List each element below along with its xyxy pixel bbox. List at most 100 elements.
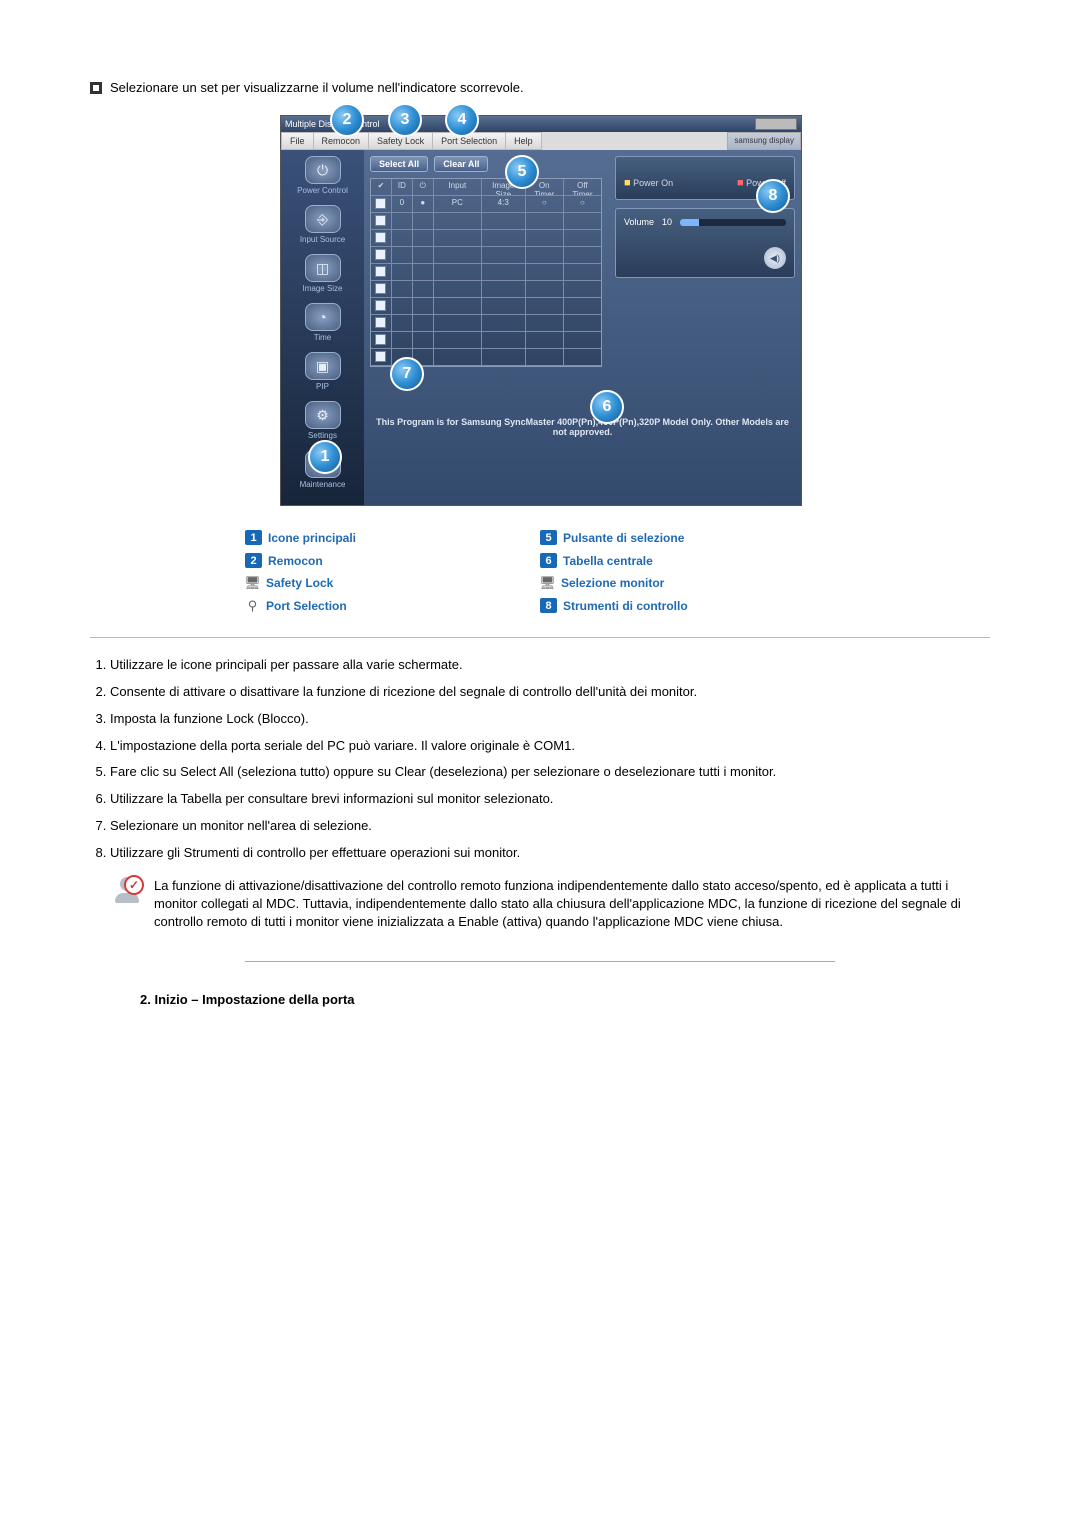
bullet-icon: [90, 82, 102, 94]
row-checkbox[interactable]: [375, 317, 386, 328]
table-row[interactable]: [371, 281, 601, 298]
list-item: Fare clic su Select All (seleziona tutto…: [110, 763, 990, 782]
legend-table: 1 Icone principali 5 Pulsante di selezio…: [245, 526, 835, 617]
list-item: Selezionare un monitor nell'area di sele…: [110, 817, 990, 836]
row-checkbox[interactable]: [375, 249, 386, 260]
intro-line: Selezionare un set per visualizzarne il …: [90, 80, 990, 95]
sidebar-label: Image Size: [285, 284, 360, 293]
sidebar-item-power-control[interactable]: ⏻ Power Control: [285, 156, 360, 195]
window-controls[interactable]: [755, 118, 797, 130]
cell-image-size: 4:3: [482, 196, 526, 213]
row-checkbox[interactable]: [375, 300, 386, 311]
callout-3: 3: [388, 103, 422, 137]
table-row[interactable]: [371, 247, 601, 264]
list-item: Utilizzare la Tabella per consultare bre…: [110, 790, 990, 809]
legend-item: Safety Lock: [266, 576, 333, 590]
row-checkbox[interactable]: [375, 215, 386, 226]
table-row[interactable]: [371, 230, 601, 247]
list-item: Imposta la funzione Lock (Blocco).: [110, 710, 990, 729]
menu-help[interactable]: Help: [506, 132, 542, 150]
monitor-icon: 🖥: [245, 577, 260, 590]
pip-icon: ▣: [305, 352, 341, 380]
cell-id: 0: [392, 196, 413, 213]
sidebar-item-image-size[interactable]: ◫ Image Size: [285, 254, 360, 293]
monitor-icon: 🖥: [540, 577, 555, 590]
legend-badge-8: 8: [540, 598, 557, 613]
cell-power: ●: [413, 196, 434, 213]
sidebar-item-time[interactable]: ◔ Time: [285, 303, 360, 342]
sidebar-label: Time: [285, 333, 360, 342]
callout-8: 8: [756, 179, 790, 213]
row-checkbox[interactable]: [375, 198, 386, 209]
menu-file[interactable]: File: [281, 132, 314, 150]
row-checkbox[interactable]: [375, 283, 386, 294]
row-checkbox[interactable]: [375, 232, 386, 243]
time-icon: ◔: [305, 303, 341, 331]
port-icon: ⚲: [245, 599, 260, 612]
table-row[interactable]: 0 ● PC 4:3 ○ ○: [371, 196, 601, 213]
row-checkbox[interactable]: [375, 351, 386, 362]
sidebar-label: Maintenance: [285, 480, 360, 489]
legend-item: Strumenti di controllo: [563, 599, 688, 613]
col-input: Input: [434, 179, 482, 196]
clear-all-button[interactable]: Clear All: [434, 156, 488, 172]
legend-badge-5: 5: [540, 530, 557, 545]
col-check: ✔: [371, 179, 392, 196]
table-row[interactable]: [371, 213, 601, 230]
image-size-icon: ◫: [305, 254, 341, 282]
info-person-icon: ✓: [112, 877, 142, 911]
sidebar-item-input-source[interactable]: ⎆ Input Source: [285, 205, 360, 244]
callout-2: 2: [330, 103, 364, 137]
compatibility-note: This Program is for Samsung SyncMaster 4…: [370, 417, 795, 437]
intro-text: Selezionare un set per visualizzarne il …: [110, 80, 524, 95]
volume-slider[interactable]: [680, 219, 786, 226]
callout-5: 5: [505, 155, 539, 189]
row-checkbox[interactable]: [375, 334, 386, 345]
sidebar-item-settings[interactable]: ⚙ Settings: [285, 401, 360, 440]
legend-badge-6: 6: [540, 553, 557, 568]
col-power: ⏻: [413, 179, 434, 196]
info-note-text: La funzione di attivazione/disattivazion…: [154, 877, 990, 932]
table-header: ✔ ID ⏻ Input Image Size On Timer Off Tim…: [371, 179, 601, 196]
volume-value: 10: [662, 217, 672, 227]
sidebar-item-pip[interactable]: ▣ PIP: [285, 352, 360, 391]
step-list: Utilizzare le icone principali per passa…: [90, 656, 990, 863]
legend-item: Selezione monitor: [561, 576, 664, 590]
input-source-icon: ⎆: [305, 205, 341, 233]
table-row[interactable]: [371, 332, 601, 349]
table-row[interactable]: [371, 315, 601, 332]
volume-panel: Volume 10 ◀): [615, 208, 795, 278]
row-checkbox[interactable]: [375, 266, 386, 277]
volume-label: Volume: [624, 217, 654, 227]
list-item: Consente di attivare o disattivare la fu…: [110, 683, 990, 702]
legend-item: Tabella centrale: [563, 554, 653, 568]
sidebar-label: Input Source: [285, 235, 360, 244]
select-all-button[interactable]: Select All: [370, 156, 428, 172]
section-heading: 2. Inizio – Impostazione della porta: [140, 992, 990, 1007]
legend-item: Remocon: [268, 554, 323, 568]
list-item: Utilizzare gli Strumenti di controllo pe…: [110, 844, 990, 863]
callout-7: 7: [390, 357, 424, 391]
info-note: ✓ La funzione di attivazione/disattivazi…: [90, 871, 990, 932]
col-id: ID: [392, 179, 413, 196]
sidebar-label: PIP: [285, 382, 360, 391]
table-row[interactable]: [371, 298, 601, 315]
power-icon: ⏻: [305, 156, 341, 184]
table-row[interactable]: [371, 264, 601, 281]
col-off-timer: Off Timer: [564, 179, 601, 196]
callout-1: 1: [308, 440, 342, 474]
sidebar-label: Power Control: [285, 186, 360, 195]
settings-icon: ⚙: [305, 401, 341, 429]
menubar: File Remocon Safety Lock Port Selection …: [281, 132, 801, 150]
cell-input: PC: [434, 196, 482, 213]
cell-on-timer: ○: [526, 196, 564, 213]
control-panel: ■ Power On ■ Power Off Volume 10: [615, 156, 795, 278]
brand-label: samsung display: [727, 132, 801, 150]
divider: [245, 961, 835, 962]
app-screenshot: 2 3 4 Multiple Display Control File Remo…: [280, 115, 800, 506]
volume-knob[interactable]: ◀): [764, 247, 786, 269]
divider: [90, 637, 990, 638]
sidebar-label: Settings: [285, 431, 360, 440]
power-on-button[interactable]: ■ Power On: [624, 177, 673, 189]
list-item: L'impostazione della porta seriale del P…: [110, 737, 990, 756]
